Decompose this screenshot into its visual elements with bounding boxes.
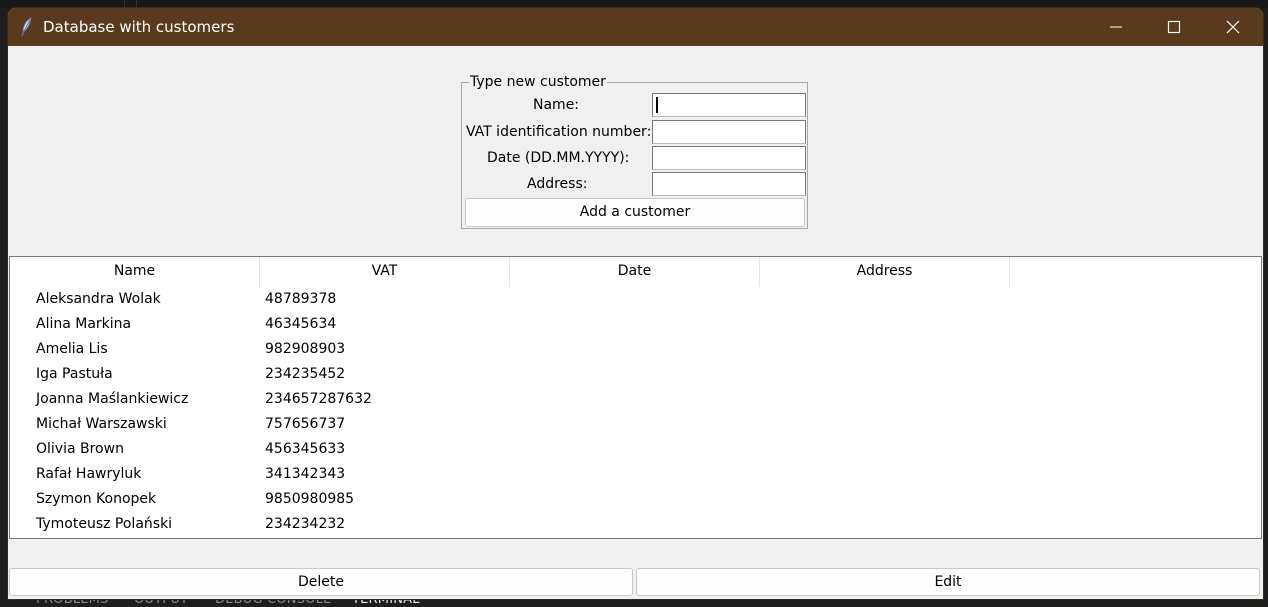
table-row[interactable]: Olivia Brown 456345633 bbox=[10, 437, 1261, 462]
cell-vat: 982908903 bbox=[265, 341, 346, 357]
table-row[interactable]: Amelia Lis 982908903 bbox=[10, 337, 1261, 362]
date-label: Date (DD.MM.YYYY): bbox=[487, 150, 630, 166]
add-customer-button[interactable]: Add a customer bbox=[465, 198, 805, 227]
cell-name: Aleksandra Wolak bbox=[36, 291, 161, 307]
date-field[interactable] bbox=[652, 146, 806, 170]
cell-vat: 456345633 bbox=[265, 441, 346, 457]
cell-name: Tymoteusz Polański bbox=[36, 516, 173, 532]
cell-name: Michał Warszawski bbox=[36, 416, 167, 432]
cell-vat: 757656737 bbox=[265, 416, 346, 432]
table-row[interactable]: Aleksandra Wolak 48789378 bbox=[10, 287, 1261, 312]
cell-name: Amelia Lis bbox=[36, 341, 108, 357]
column-header-empty bbox=[1010, 257, 1261, 287]
vat-field[interactable] bbox=[652, 120, 806, 144]
column-header-name[interactable]: Name bbox=[10, 257, 260, 287]
column-header-date[interactable]: Date bbox=[510, 257, 760, 287]
tab-separator bbox=[136, 0, 137, 8]
name-field[interactable] bbox=[652, 93, 806, 117]
column-header-address[interactable]: Address bbox=[760, 257, 1010, 287]
text-caret bbox=[656, 97, 658, 113]
cell-vat: 48789378 bbox=[265, 291, 337, 307]
close-icon bbox=[1226, 20, 1240, 34]
address-label: Address: bbox=[527, 176, 588, 192]
address-field[interactable] bbox=[652, 172, 806, 196]
table-row[interactable]: Iga Pastuła 234235452 bbox=[10, 362, 1261, 387]
table-row[interactable]: Tymoteusz Polański 234234232 bbox=[10, 512, 1261, 537]
table-row[interactable]: Joanna Maślankiewicz 234657287632 bbox=[10, 387, 1261, 412]
table-row[interactable]: Szymon Konopek 9850980985 bbox=[10, 487, 1261, 512]
cell-vat: 341342343 bbox=[265, 466, 346, 482]
customers-table[interactable]: Name VAT Date Address Aleksandra Wolak 48… bbox=[9, 256, 1262, 539]
cell-vat: 9850980985 bbox=[265, 491, 355, 507]
close-button[interactable] bbox=[1204, 8, 1262, 46]
cell-vat: 234657287632 bbox=[265, 391, 372, 407]
minimize-icon bbox=[1110, 26, 1122, 28]
maximize-button[interactable] bbox=[1145, 8, 1203, 46]
name-label: Name: bbox=[533, 97, 580, 113]
feather-icon bbox=[20, 17, 34, 37]
cell-name: Szymon Konopek bbox=[36, 491, 157, 507]
minimize-button[interactable] bbox=[1087, 8, 1145, 46]
editor-tab-bar bbox=[0, 0, 1268, 8]
new-customer-legend: Type new customer bbox=[469, 73, 607, 91]
cell-name: Olivia Brown bbox=[36, 441, 124, 457]
cell-vat: 234235452 bbox=[265, 366, 346, 382]
cell-vat: 234234232 bbox=[265, 516, 346, 532]
cell-name: Iga Pastuła bbox=[36, 366, 113, 382]
cell-vat: 46345634 bbox=[265, 316, 337, 332]
cell-name: Rafał Hawryluk bbox=[36, 466, 142, 482]
table-row[interactable]: Michał Warszawski 757656737 bbox=[10, 412, 1261, 437]
title-bar[interactable]: Database with customers bbox=[8, 8, 1263, 46]
maximize-icon bbox=[1167, 20, 1181, 34]
column-header-vat[interactable]: VAT bbox=[260, 257, 510, 287]
cell-name: Joanna Maślankiewicz bbox=[36, 391, 189, 407]
app-window: Database with customers Type new custome… bbox=[8, 8, 1263, 599]
edit-button[interactable]: Edit bbox=[636, 568, 1260, 596]
vat-label: VAT identification number: bbox=[466, 124, 652, 140]
window-title: Database with customers bbox=[43, 18, 235, 36]
table-row[interactable]: Rafał Hawryluk 341342343 bbox=[10, 462, 1261, 487]
table-row[interactable]: Alina Markina 46345634 bbox=[10, 312, 1261, 337]
tab-separator bbox=[124, 0, 125, 8]
delete-button[interactable]: Delete bbox=[9, 568, 633, 596]
cell-name: Alina Markina bbox=[36, 316, 132, 332]
